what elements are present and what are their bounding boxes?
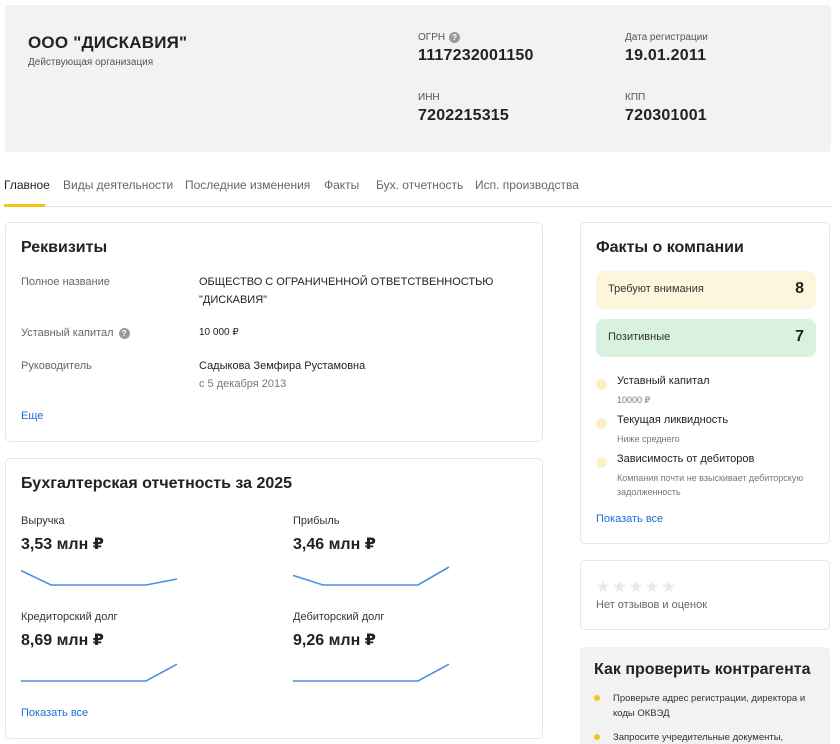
- payables-value: 8,69 млн ₽: [21, 632, 104, 649]
- kpp-label: КПП: [625, 92, 646, 103]
- profit-sparkline: [293, 566, 450, 586]
- fact-dot-icon: [596, 379, 607, 390]
- sparkline-path: [293, 566, 450, 586]
- tab-enforcement[interactable]: Исп. производства: [475, 178, 579, 192]
- tab-recent-changes[interactable]: Последние изменения: [185, 178, 310, 192]
- check-title: Как проверить контрагента: [594, 661, 811, 678]
- director-since: с 5 декабря 2013: [199, 378, 287, 390]
- reviews-card: ★★★★★ Нет отзывов и оценок: [580, 560, 830, 630]
- active-tab-indicator: [4, 204, 45, 207]
- revenue-sparkline: [21, 569, 178, 586]
- tab-facts[interactable]: Факты: [324, 178, 359, 192]
- facts-show-all-link[interactable]: Показать все: [596, 513, 663, 525]
- capital-label: Уставный капитал ?: [21, 327, 130, 339]
- fact-dot-icon: [596, 457, 607, 468]
- more-link[interactable]: Еще: [21, 410, 43, 422]
- reg-date-label: Дата регистрации: [625, 32, 708, 43]
- revenue-label: Выручка: [21, 515, 65, 527]
- attention-facts-badge[interactable]: Требуют внимания 8: [596, 271, 816, 309]
- capital-value: 10 000 ₽: [199, 327, 239, 338]
- positive-facts-badge[interactable]: Позитивные 7: [596, 319, 816, 357]
- inn-value: 7202215315: [418, 107, 509, 124]
- tab-accounting[interactable]: Бух. отчетность: [376, 178, 463, 192]
- attention-label: Требуют внимания: [608, 283, 704, 295]
- receivables-value: 9,26 млн ₽: [293, 632, 376, 649]
- inn-field: ИНН 7202215315: [418, 92, 509, 125]
- tab-activities[interactable]: Виды деятельности: [63, 178, 173, 192]
- bullet-icon: [594, 695, 600, 701]
- company-header: ООО "ДИСКАВИЯ" Действующая организация О…: [5, 5, 831, 152]
- no-reviews-text: Нет отзывов и оценок: [596, 599, 708, 611]
- receivables-sparkline: [293, 663, 450, 682]
- inn-label: ИНН: [418, 92, 440, 103]
- help-icon[interactable]: ?: [449, 32, 461, 43]
- kpp-field: КПП 720301001: [625, 92, 707, 125]
- attention-count: 8: [795, 280, 804, 297]
- director-value: Садыкова Земфира Рустамовна с 5 декабря …: [199, 357, 365, 393]
- director-label: Руководитель: [21, 360, 92, 372]
- ogrn-value: 1117232001150: [418, 47, 534, 64]
- full-name-value: ОБЩЕСТВО С ОГРАНИЧЕННОЙ ОТВЕТСТВЕННОСТЬЮ…: [199, 276, 494, 306]
- rating-stars-icon[interactable]: ★★★★★: [596, 577, 678, 597]
- profit-label: Прибыль: [293, 515, 340, 527]
- sparkline-path: [293, 663, 450, 682]
- accounting-show-all-link[interactable]: Показать все: [21, 707, 88, 719]
- accounting-card: Бухгалтерская отчетность за 2025 Выручка…: [5, 458, 543, 739]
- company-name: ООО "ДИСКАВИЯ": [28, 33, 188, 52]
- tab-main[interactable]: Главное: [4, 178, 50, 192]
- ogrn-label: ОГРН: [418, 32, 446, 43]
- sparkline-path: [21, 663, 178, 682]
- director-name[interactable]: Садыкова Земфира Рустамовна: [199, 357, 365, 375]
- facts-card: Факты о компании Требуют внимания 8 Пози…: [580, 222, 830, 544]
- full-name-label: Полное название: [21, 276, 110, 288]
- profit-value: 3,46 млн ₽: [293, 536, 376, 553]
- reg-date-value: 19.01.2011: [625, 47, 707, 64]
- receivables-label: Дебиторский долг: [293, 611, 385, 623]
- revenue-value: 3,53 млн ₽: [21, 536, 104, 553]
- help-icon[interactable]: ?: [118, 327, 130, 339]
- facts-title: Факты о компании: [596, 239, 744, 256]
- payables-label: Кредиторский долг: [21, 611, 118, 623]
- requisites-card: Реквизиты Полное название ОБЩЕСТВО С ОГР…: [5, 222, 543, 442]
- list-item: Проверьте адрес регистрации, директора и…: [594, 691, 819, 721]
- ogrn-field: ОГРН ? 1117232001150: [418, 32, 534, 65]
- accounting-title: Бухгалтерская отчетность за 2025: [21, 475, 293, 492]
- fact-dot-icon: [596, 418, 607, 429]
- positive-count: 7: [795, 328, 804, 345]
- company-status: Действующая организация: [28, 57, 154, 68]
- payables-sparkline: [21, 663, 178, 682]
- sparkline-path: [21, 569, 178, 586]
- reg-date-field: Дата регистрации 19.01.2011: [625, 32, 708, 65]
- check-counterparty-card: Как проверить контрагента Проверьте адре…: [580, 647, 830, 744]
- kpp-value: 720301001: [625, 107, 707, 124]
- requisites-title: Реквизиты: [21, 239, 108, 256]
- bullet-icon: [594, 734, 600, 740]
- list-item: Запросите учредительные документы,: [594, 730, 819, 744]
- positive-label: Позитивные: [608, 331, 671, 343]
- tab-bar: Главное Виды деятельности Последние изме…: [4, 170, 832, 207]
